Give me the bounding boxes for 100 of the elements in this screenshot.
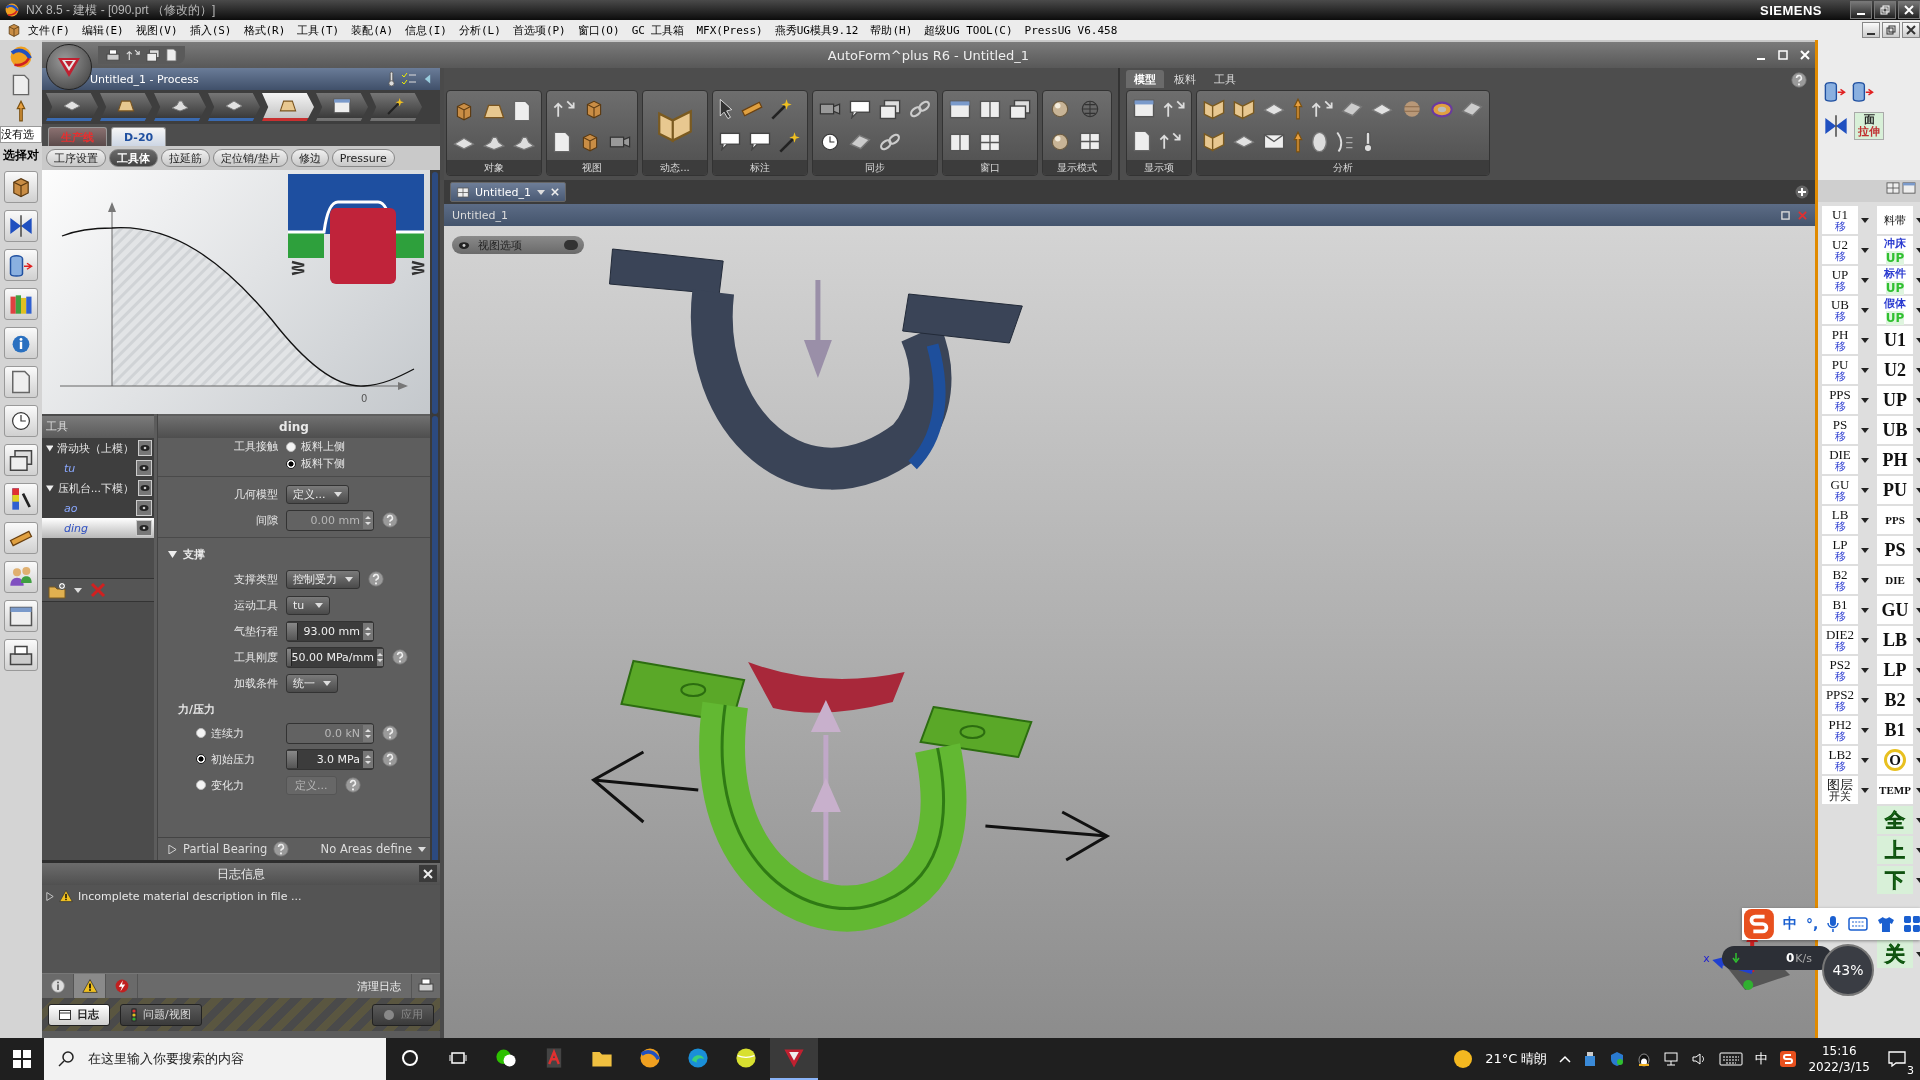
move-layer-button[interactable]: PS 移 [1822, 416, 1858, 444]
tab[interactable]: 模型 [1126, 70, 1164, 88]
tree-item[interactable]: 滑动块（上模） [42, 438, 154, 458]
move-layer-button[interactable]: B1 移 [1822, 596, 1858, 624]
tab[interactable]: 拉延筋 [161, 149, 210, 167]
tab[interactable]: 修边 [290, 149, 329, 167]
menu-item[interactable]: 视图(V) [129, 22, 184, 38]
layer-button[interactable]: 下 [1877, 866, 1913, 894]
face-stretch-button[interactable]: 面 拉伸 [1854, 111, 1884, 140]
number-field[interactable]: 3.0 MPa [286, 748, 374, 770]
menu-item[interactable]: 分析(L) [453, 22, 507, 38]
move-layer-button[interactable]: DIE 移 [1822, 446, 1858, 474]
menu-item[interactable]: 装配(A) [345, 22, 400, 38]
layer-button[interactable]: 关 [1877, 940, 1913, 968]
layer-button[interactable]: LB [1877, 626, 1913, 654]
layer-button[interactable]: U2 [1877, 356, 1913, 384]
tree-item[interactable]: ding [42, 518, 154, 538]
dropdown[interactable]: 控制受力 [286, 569, 360, 589]
dropdown[interactable]: 定义... [286, 484, 349, 504]
menu-item[interactable]: 燕秀UG模具9.12 [768, 22, 865, 38]
tree-item[interactable]: 压机台...下模） [42, 478, 154, 498]
move-layer-button[interactable]: U2 移 [1822, 236, 1858, 264]
move-layer-button[interactable]: PS2 移 [1822, 656, 1858, 684]
menu-item[interactable]: 插入(S) [183, 22, 238, 38]
tab[interactable]: 定位销/垫片 [213, 149, 288, 167]
tab[interactable]: 问题/视图 [120, 1003, 202, 1026]
tab[interactable]: D-20 [111, 127, 167, 146]
view-options-button[interactable]: 视图选项 [452, 236, 584, 254]
layer-button[interactable]: PS [1877, 536, 1913, 564]
menu-item[interactable]: 文件(F) [22, 22, 76, 38]
move-layer-button[interactable]: 图层 开关 [1822, 776, 1858, 804]
tab[interactable]: 板料 [1166, 70, 1204, 88]
tree-item[interactable]: tu [42, 458, 154, 478]
move-layer-button[interactable]: PU 移 [1822, 356, 1858, 384]
tab[interactable]: 日志 [48, 1003, 110, 1026]
notification-button[interactable]: 3 [1882, 1044, 1912, 1074]
radio-button[interactable]: 板料下侧 [286, 456, 345, 471]
move-layer-button[interactable]: PH2 移 [1822, 716, 1858, 744]
tab[interactable]: 工具体 [109, 149, 158, 167]
section-header[interactable]: 支撑 [158, 542, 430, 566]
radio-button[interactable]: 初始压力 [158, 751, 286, 767]
move-layer-button[interactable]: PPS2 移 [1822, 686, 1858, 714]
dropdown[interactable]: 统一 [286, 673, 338, 693]
menu-item[interactable]: MFX(Press) [690, 23, 769, 37]
layer-button[interactable]: LP [1877, 656, 1913, 684]
layer-button[interactable]: DIE [1877, 566, 1913, 594]
menu-item[interactable]: 信息(I) [399, 22, 453, 38]
move-layer-button[interactable]: B2 移 [1822, 566, 1858, 594]
layer-button[interactable]: 假体 UP [1877, 296, 1913, 324]
layer-button[interactable]: PPS [1877, 506, 1913, 534]
tree-item[interactable]: ao [42, 498, 154, 518]
move-layer-button[interactable]: LB 移 [1822, 506, 1858, 534]
layer-button[interactable]: 上 [1877, 836, 1913, 864]
menu-item[interactable]: 首选项(P) [506, 22, 572, 38]
log-message[interactable]: Incomplete material description in file ... [78, 889, 302, 903]
layer-button[interactable]: PH [1877, 446, 1913, 474]
layer-button[interactable]: B1 [1877, 716, 1913, 744]
menu-item[interactable]: 超级UG TOOL(C) [918, 22, 1019, 38]
layer-button[interactable]: 标件 UP [1877, 266, 1913, 294]
menu-item[interactable]: 工具(T) [291, 22, 346, 38]
layer-button[interactable]: PU [1877, 476, 1913, 504]
layer-button[interactable]: TEMP [1877, 776, 1913, 804]
search-field[interactable]: 在这里输入你要搜索的内容 [44, 1038, 386, 1080]
input-method-indicator[interactable]: 中 [1755, 1050, 1769, 1068]
move-layer-button[interactable]: LP 移 [1822, 536, 1858, 564]
move-layer-button[interactable]: UB 移 [1822, 296, 1858, 324]
number-field[interactable]: 93.00 mm [286, 620, 374, 642]
language-mode-button[interactable]: 中 [1782, 915, 1797, 933]
layer-button[interactable]: 料带 [1877, 206, 1913, 234]
layer-button[interactable]: B2 [1877, 686, 1913, 714]
move-layer-button[interactable]: U1 移 [1822, 206, 1858, 234]
clock[interactable]: 15:16 2022/3/15 [1808, 1043, 1870, 1075]
layer-button[interactable]: 冲床 UP [1877, 236, 1913, 264]
move-layer-button[interactable]: PPS 移 [1822, 386, 1858, 414]
move-layer-button[interactable]: PH 移 [1822, 326, 1858, 354]
menu-item[interactable]: 格式(R) [237, 22, 292, 38]
move-layer-button[interactable]: LB2 移 [1822, 746, 1858, 774]
layer-button[interactable]: O [1877, 746, 1913, 774]
layer-button[interactable]: GU [1877, 596, 1913, 624]
menu-item[interactable]: GC 工具箱 [625, 22, 691, 38]
document-tab[interactable]: Untitled_1 [450, 182, 566, 202]
filter-field[interactable]: 没有选 [0, 126, 42, 143]
layer-button[interactable]: U1 [1877, 326, 1913, 354]
move-layer-button[interactable]: UP 移 [1822, 266, 1858, 294]
group-label: 标注 [713, 160, 807, 175]
move-layer-button[interactable]: GU 移 [1822, 476, 1858, 504]
dropdown[interactable]: tu [286, 595, 330, 615]
tab[interactable]: Pressure [331, 149, 395, 167]
tab[interactable]: 工序设置 [46, 149, 106, 167]
layer-button[interactable]: UP [1877, 386, 1913, 414]
menu-item[interactable]: 编辑(E) [75, 22, 130, 38]
number-field[interactable]: 50.00 MPa/mm [286, 646, 384, 668]
menu-item[interactable]: PressUG V6.458 [1018, 23, 1124, 37]
menu-item[interactable]: 窗口(O) [571, 22, 626, 38]
tab[interactable]: 工具 [1206, 70, 1244, 88]
menu-item[interactable]: 帮助(H) [864, 22, 919, 38]
layer-button[interactable]: 全 [1877, 806, 1913, 834]
layer-button[interactable]: UB [1877, 416, 1913, 444]
radio-button[interactable]: 板料上侧 [286, 439, 345, 454]
move-layer-button[interactable]: DIE2 移 [1822, 626, 1858, 654]
